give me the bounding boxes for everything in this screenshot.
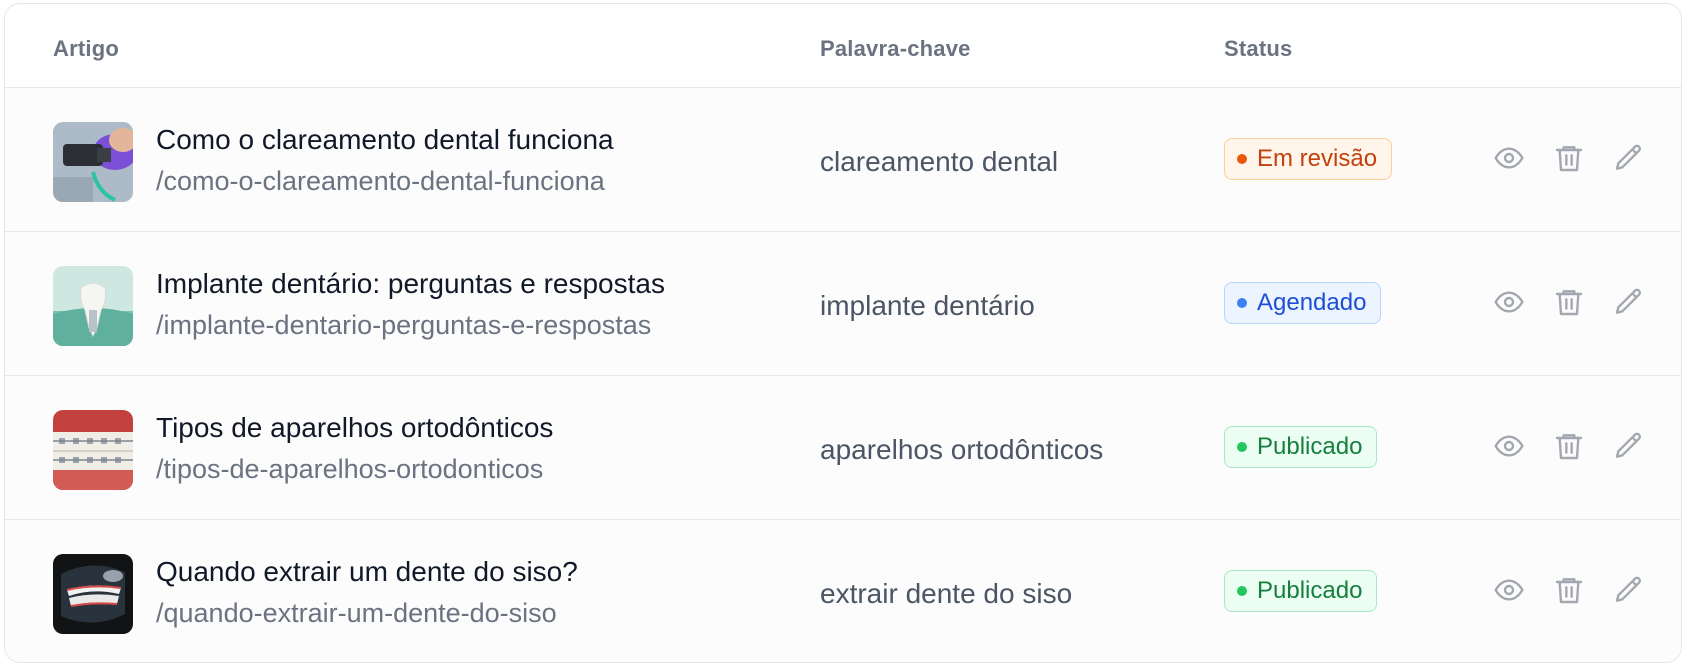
status-badge: Publicado <box>1224 570 1378 612</box>
pencil-icon <box>1615 576 1642 602</box>
article-keyword: extrair dente do siso <box>820 578 1073 609</box>
column-header-keyword[interactable]: Palavra-chave <box>820 36 971 62</box>
pencil-icon <box>1615 144 1642 170</box>
table-row[interactable]: Implante dentário: perguntas e respostas… <box>5 232 1681 376</box>
row-actions <box>1491 284 1647 320</box>
row-actions <box>1491 140 1647 176</box>
view-button[interactable] <box>1491 428 1527 464</box>
status-badge: Publicado <box>1224 426 1378 468</box>
status-label: Em revisão <box>1257 145 1378 172</box>
article-title[interactable]: Como o clareamento dental funciona <box>156 124 614 156</box>
view-button[interactable] <box>1491 140 1527 176</box>
table-row[interactable]: Como o clareamento dental funciona /como… <box>5 88 1681 232</box>
article-thumbnail <box>53 122 133 202</box>
article-slug: /tipos-de-aparelhos-ortodonticos <box>156 454 544 484</box>
pencil-icon <box>1615 432 1642 458</box>
row-actions <box>1491 428 1647 464</box>
eye-icon <box>1494 147 1524 169</box>
status-label: Publicado <box>1257 433 1363 460</box>
article-keyword: aparelhos ortodônticos <box>820 434 1104 465</box>
article-thumbnail <box>53 266 133 346</box>
trash-icon <box>1555 578 1583 604</box>
delete-button[interactable] <box>1551 428 1587 464</box>
status-dot-icon <box>1237 298 1247 308</box>
article-thumbnail <box>53 410 133 490</box>
status-dot-icon <box>1237 154 1247 164</box>
article-keyword: clareamento dental <box>820 146 1059 177</box>
status-label: Agendado <box>1257 289 1367 316</box>
edit-button[interactable] <box>1611 140 1647 176</box>
trash-icon <box>1555 434 1583 460</box>
trash-icon <box>1555 290 1583 316</box>
status-dot-icon <box>1237 586 1247 596</box>
delete-button[interactable] <box>1551 284 1587 320</box>
table-row[interactable]: Quando extrair um dente do siso? /quando… <box>5 520 1681 662</box>
view-button[interactable] <box>1491 572 1527 608</box>
status-badge: Agendado <box>1224 282 1382 324</box>
view-button[interactable] <box>1491 284 1527 320</box>
article-slug: /como-o-clareamento-dental-funciona <box>156 166 605 196</box>
edit-button[interactable] <box>1611 428 1647 464</box>
status-badge: Em revisão <box>1224 138 1393 180</box>
articles-table: Artigo Palavra-chave Status Como o clare… <box>4 3 1682 663</box>
article-keyword: implante dentário <box>820 290 1035 321</box>
column-header-status[interactable]: Status <box>1224 36 1292 62</box>
article-slug: /quando-extrair-um-dente-do-siso <box>156 598 557 628</box>
status-dot-icon <box>1237 442 1247 452</box>
table-header: Artigo Palavra-chave Status <box>5 4 1681 88</box>
eye-icon <box>1494 291 1524 313</box>
pencil-icon <box>1615 288 1642 314</box>
delete-button[interactable] <box>1551 140 1587 176</box>
article-title[interactable]: Quando extrair um dente do siso? <box>156 556 578 588</box>
edit-button[interactable] <box>1611 572 1647 608</box>
edit-button[interactable] <box>1611 284 1647 320</box>
eye-icon <box>1494 579 1524 601</box>
article-title[interactable]: Implante dentário: perguntas e respostas <box>156 268 665 300</box>
status-label: Publicado <box>1257 577 1363 604</box>
table-row[interactable]: Tipos de aparelhos ortodônticos /tipos-d… <box>5 376 1681 520</box>
article-slug: /implante-dentario-perguntas-e-respostas <box>156 310 652 340</box>
column-header-article[interactable]: Artigo <box>53 36 119 62</box>
row-actions <box>1491 572 1647 608</box>
delete-button[interactable] <box>1551 572 1587 608</box>
trash-icon <box>1555 146 1583 172</box>
eye-icon <box>1494 435 1524 457</box>
article-title[interactable]: Tipos de aparelhos ortodônticos <box>156 412 553 444</box>
article-thumbnail <box>53 554 133 634</box>
